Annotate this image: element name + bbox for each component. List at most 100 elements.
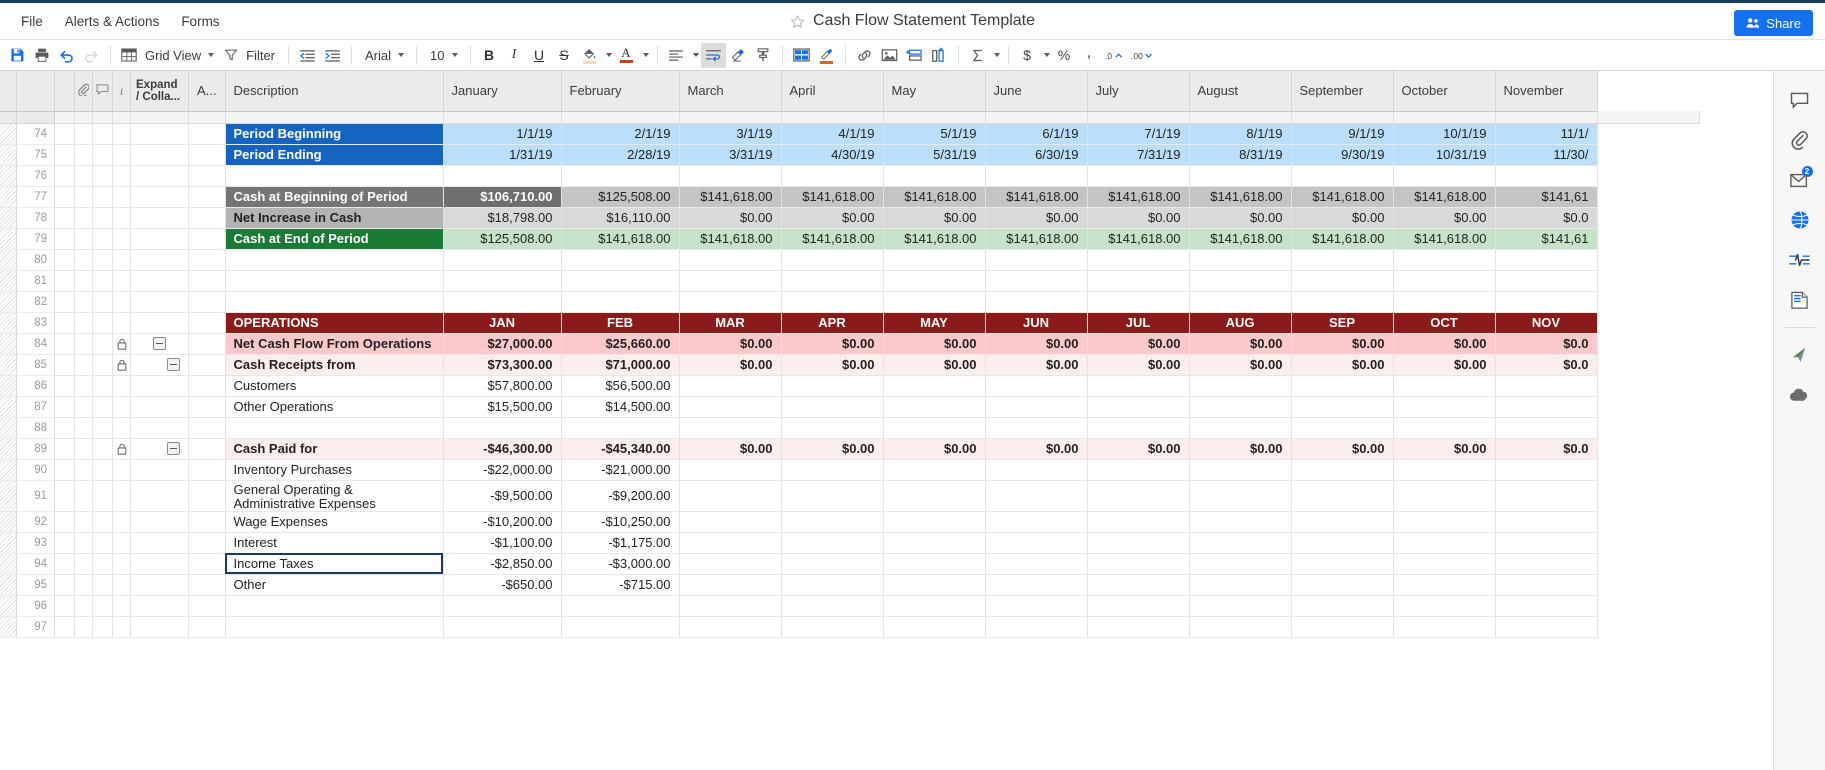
chevron-down-icon[interactable] xyxy=(643,53,649,57)
value-cell[interactable]: -$715.00 xyxy=(561,574,679,595)
value-cell[interactable]: $141,618.00 xyxy=(1087,228,1189,249)
row-comment-cell[interactable] xyxy=(93,312,113,333)
row-attachment-cell[interactable] xyxy=(75,511,93,532)
description-cell[interactable] xyxy=(225,165,443,186)
value-cell[interactable]: JUN xyxy=(985,312,1087,333)
value-cell[interactable] xyxy=(985,165,1087,186)
value-cell[interactable] xyxy=(561,165,679,186)
value-cell[interactable] xyxy=(883,396,985,417)
value-cell[interactable] xyxy=(1393,511,1495,532)
row-drag-handle[interactable] xyxy=(0,144,17,165)
value-cell[interactable] xyxy=(1291,249,1393,270)
row-number[interactable]: 84 xyxy=(17,333,55,354)
row-comment-cell[interactable] xyxy=(93,553,113,574)
font-family-selector[interactable]: Arial xyxy=(358,43,410,68)
row-attachment-cell[interactable] xyxy=(75,228,93,249)
value-cell[interactable]: $0.00 xyxy=(1087,333,1189,354)
value-cell[interactable]: -$1,100.00 xyxy=(443,532,561,553)
value-cell[interactable] xyxy=(561,291,679,312)
value-cell[interactable]: -$9,200.00 xyxy=(561,480,679,511)
row-drag-handle[interactable] xyxy=(0,291,17,312)
value-cell[interactable]: $57,800.00 xyxy=(443,375,561,396)
table-row[interactable]: 77Cash at Beginning of Period$106,710.00… xyxy=(0,186,1699,207)
value-cell[interactable]: FEB xyxy=(561,312,679,333)
value-cell[interactable]: 11/1/ xyxy=(1495,123,1597,144)
value-cell[interactable]: 8/1/19 xyxy=(1189,123,1291,144)
description-cell[interactable] xyxy=(225,249,443,270)
value-cell[interactable]: 5/1/19 xyxy=(883,123,985,144)
value-cell[interactable] xyxy=(781,396,883,417)
value-cell[interactable] xyxy=(1189,553,1291,574)
value-cell[interactable]: $71,000.00 xyxy=(561,354,679,375)
row-a-cell[interactable] xyxy=(189,532,226,553)
value-cell[interactable]: OCT xyxy=(1393,312,1495,333)
row-drag-handle[interactable] xyxy=(0,553,17,574)
value-cell[interactable] xyxy=(1189,291,1291,312)
column-header-may[interactable]: May xyxy=(883,71,985,111)
value-cell[interactable]: -$45,340.00 xyxy=(561,438,679,459)
row-drag-handle[interactable] xyxy=(0,595,17,616)
value-cell[interactable] xyxy=(679,595,781,616)
row-number[interactable]: 75 xyxy=(17,144,55,165)
row-drag-handle[interactable] xyxy=(0,480,17,511)
row-attachment-cell[interactable] xyxy=(75,144,93,165)
value-cell[interactable] xyxy=(443,417,561,438)
value-cell[interactable]: -$3,000.00 xyxy=(561,553,679,574)
value-cell[interactable]: NOV xyxy=(1495,312,1597,333)
value-cell[interactable]: $0.00 xyxy=(781,333,883,354)
indent-icon[interactable] xyxy=(320,43,345,68)
value-cell[interactable] xyxy=(1189,375,1291,396)
value-cell[interactable]: 9/30/19 xyxy=(1291,144,1393,165)
row-attachment-cell[interactable] xyxy=(75,165,93,186)
value-cell[interactable]: $0.0 xyxy=(1495,354,1597,375)
value-cell[interactable] xyxy=(1189,396,1291,417)
value-cell[interactable] xyxy=(679,480,781,511)
row-drag-handle[interactable] xyxy=(0,574,17,595)
value-cell[interactable]: $73,300.00 xyxy=(443,354,561,375)
value-cell[interactable] xyxy=(1495,616,1597,637)
value-cell[interactable] xyxy=(1291,616,1393,637)
description-cell[interactable]: Inventory Purchases xyxy=(225,459,443,480)
value-cell[interactable]: 7/31/19 xyxy=(1087,144,1189,165)
value-cell[interactable] xyxy=(1087,595,1189,616)
value-cell[interactable] xyxy=(883,480,985,511)
value-cell[interactable]: $25,660.00 xyxy=(561,333,679,354)
value-cell[interactable] xyxy=(679,165,781,186)
sum-sigma-icon[interactable] xyxy=(965,43,990,68)
value-cell[interactable]: $0.0 xyxy=(1495,207,1597,228)
row-number[interactable]: 79 xyxy=(17,228,55,249)
row-a-cell[interactable] xyxy=(189,396,226,417)
value-cell[interactable]: APR xyxy=(781,312,883,333)
row-a-cell[interactable] xyxy=(189,165,226,186)
row-attachment-cell[interactable] xyxy=(75,207,93,228)
description-cell[interactable]: Net Increase in Cash xyxy=(225,207,443,228)
value-cell[interactable]: 7/1/19 xyxy=(1087,123,1189,144)
column-header-november[interactable]: November xyxy=(1495,71,1597,111)
value-cell[interactable] xyxy=(781,532,883,553)
value-cell[interactable]: $0.00 xyxy=(781,354,883,375)
value-cell[interactable] xyxy=(781,553,883,574)
value-cell[interactable]: $141,618.00 xyxy=(1393,186,1495,207)
value-cell[interactable]: $18,798.00 xyxy=(443,207,561,228)
value-cell[interactable] xyxy=(781,417,883,438)
value-cell[interactable] xyxy=(561,595,679,616)
row-comment-cell[interactable] xyxy=(93,207,113,228)
value-cell[interactable]: $0.00 xyxy=(781,207,883,228)
row-attachment-cell[interactable] xyxy=(75,616,93,637)
description-cell[interactable]: Cash Receipts from xyxy=(225,354,443,375)
value-cell[interactable]: $0.0 xyxy=(1495,333,1597,354)
value-cell[interactable] xyxy=(883,553,985,574)
value-cell[interactable] xyxy=(1189,417,1291,438)
row-attachment-cell[interactable] xyxy=(75,354,93,375)
value-cell[interactable]: 3/31/19 xyxy=(679,144,781,165)
value-cell[interactable]: $0.00 xyxy=(985,354,1087,375)
value-cell[interactable] xyxy=(1393,480,1495,511)
value-cell[interactable]: 1/1/19 xyxy=(443,123,561,144)
value-cell[interactable] xyxy=(1291,459,1393,480)
value-cell[interactable] xyxy=(1393,375,1495,396)
expand-collapse-toggle[interactable] xyxy=(131,333,189,354)
increase-decimal-button[interactable]: .00 xyxy=(1128,43,1158,68)
value-cell[interactable]: $141,618.00 xyxy=(781,228,883,249)
row-a-cell[interactable] xyxy=(189,417,226,438)
value-cell[interactable]: $0.00 xyxy=(679,438,781,459)
